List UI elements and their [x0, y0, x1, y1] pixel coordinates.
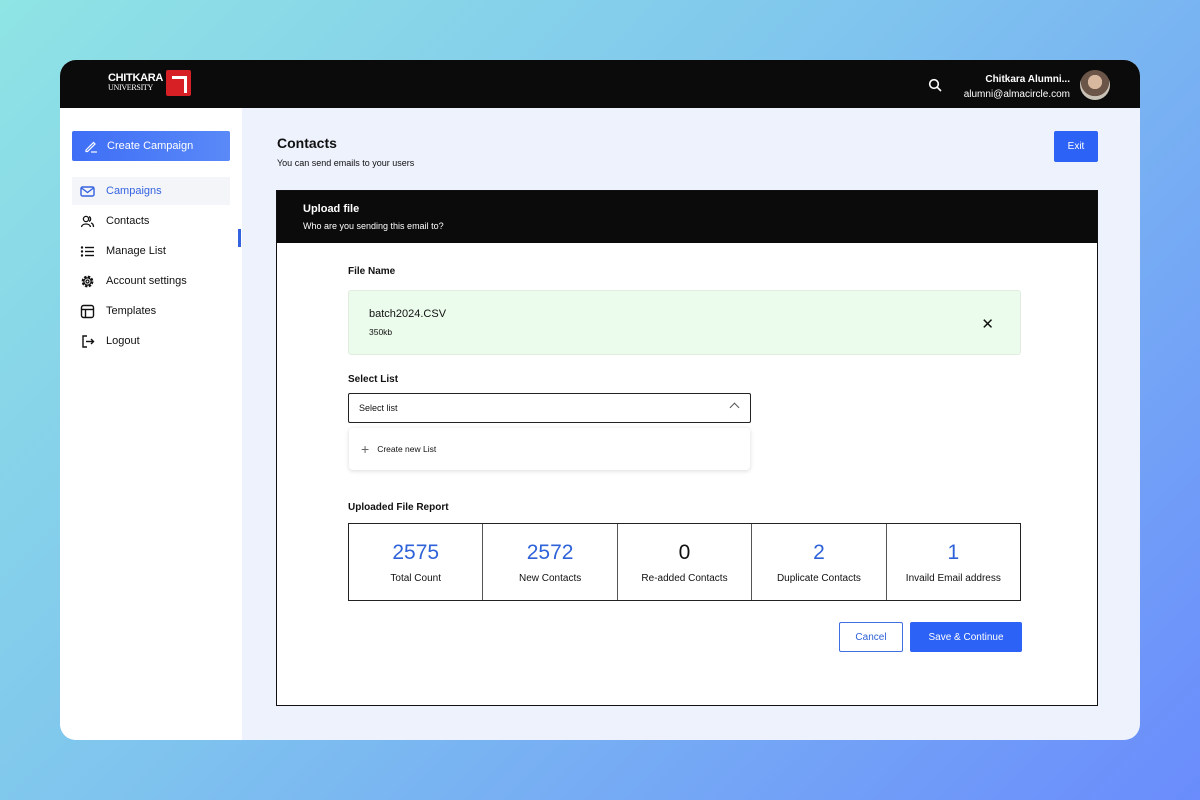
logo-mark: [166, 70, 192, 96]
avatar[interactable]: [1080, 70, 1110, 100]
dropdown-option-create-new-list[interactable]: + Create new List: [349, 428, 750, 470]
card-header: Upload file Who are you sending this ema…: [277, 191, 1097, 243]
sidebar-item-logout[interactable]: Logout: [72, 327, 230, 355]
select-list-dropdown[interactable]: Select list: [348, 393, 751, 423]
save-continue-button[interactable]: Save & Continue: [910, 622, 1022, 652]
close-icon[interactable]: ✕: [981, 315, 994, 333]
top-bar: CHITKARA UNIVERSITY Chitkara Alumni... al…: [60, 60, 1140, 108]
app-window: CHITKARA UNIVERSITY Chitkara Alumni... al…: [60, 60, 1140, 740]
layout-icon: [80, 304, 95, 318]
stat-invalid-email: 1 Invaild Email address: [905, 541, 1001, 584]
cancel-button[interactable]: Cancel: [839, 622, 903, 652]
sidebar-item-templates[interactable]: Templates: [72, 297, 230, 325]
plus-icon: +: [361, 441, 370, 457]
sidebar-item-campaigns[interactable]: Campaigns: [72, 177, 230, 205]
stat-readded-contacts: 0 Re-added Contacts: [618, 524, 753, 600]
user-info[interactable]: Chitkara Alumni... alumni@almacircle.com: [964, 72, 1070, 102]
page-title: Contacts: [277, 135, 337, 151]
select-list-label: Select List: [348, 374, 399, 385]
file-size: 350kb: [369, 327, 393, 337]
file-name-label: File Name: [348, 266, 396, 277]
sidebar-item-manage-list[interactable]: Manage List: [72, 237, 230, 265]
file-name: batch2024.CSV: [369, 308, 447, 320]
search-icon[interactable]: [928, 78, 942, 92]
logout-icon: [82, 334, 95, 348]
user-email: alumni@almacircle.com: [963, 89, 1070, 100]
mail-icon: [80, 185, 95, 197]
list-icon: [80, 245, 94, 257]
sidebar-nav: Campaigns Contacts Manage List Account s…: [72, 177, 230, 357]
users-icon: [80, 215, 95, 227]
gear-icon: [81, 275, 94, 287]
pencil-icon: [85, 141, 97, 153]
sidebar: Create Campaign Campaigns Contacts Manag…: [60, 108, 242, 740]
stat-total-count: 2575 Total Count: [349, 524, 484, 600]
uploaded-file: batch2024.CSV 350kb ✕: [348, 290, 1021, 355]
active-indicator: [238, 229, 241, 247]
exit-button[interactable]: Exit: [1054, 131, 1098, 162]
page-subtitle: You can send emails to your users: [277, 158, 415, 168]
university-logo[interactable]: CHITKARA UNIVERSITY: [108, 70, 192, 96]
stat-duplicate-contacts: 2 Duplicate Contacts: [752, 524, 887, 600]
report-label: Uploaded File Report: [348, 502, 449, 513]
sidebar-item-contacts[interactable]: Contacts: [72, 207, 230, 235]
upload-card: Upload file Who are you sending this ema…: [276, 190, 1098, 706]
create-campaign-button[interactable]: Create Campaign: [72, 131, 230, 161]
stat-new-contacts: 2572 New Contacts: [483, 524, 618, 600]
user-name: Chitkara Alumni...: [985, 74, 1070, 85]
sidebar-item-account-settings[interactable]: Account settings: [72, 267, 230, 295]
chevron-up-icon: [729, 402, 740, 413]
file-report: 2575 Total Count 2572 New Contacts 0 Re-add…: [348, 523, 1021, 601]
